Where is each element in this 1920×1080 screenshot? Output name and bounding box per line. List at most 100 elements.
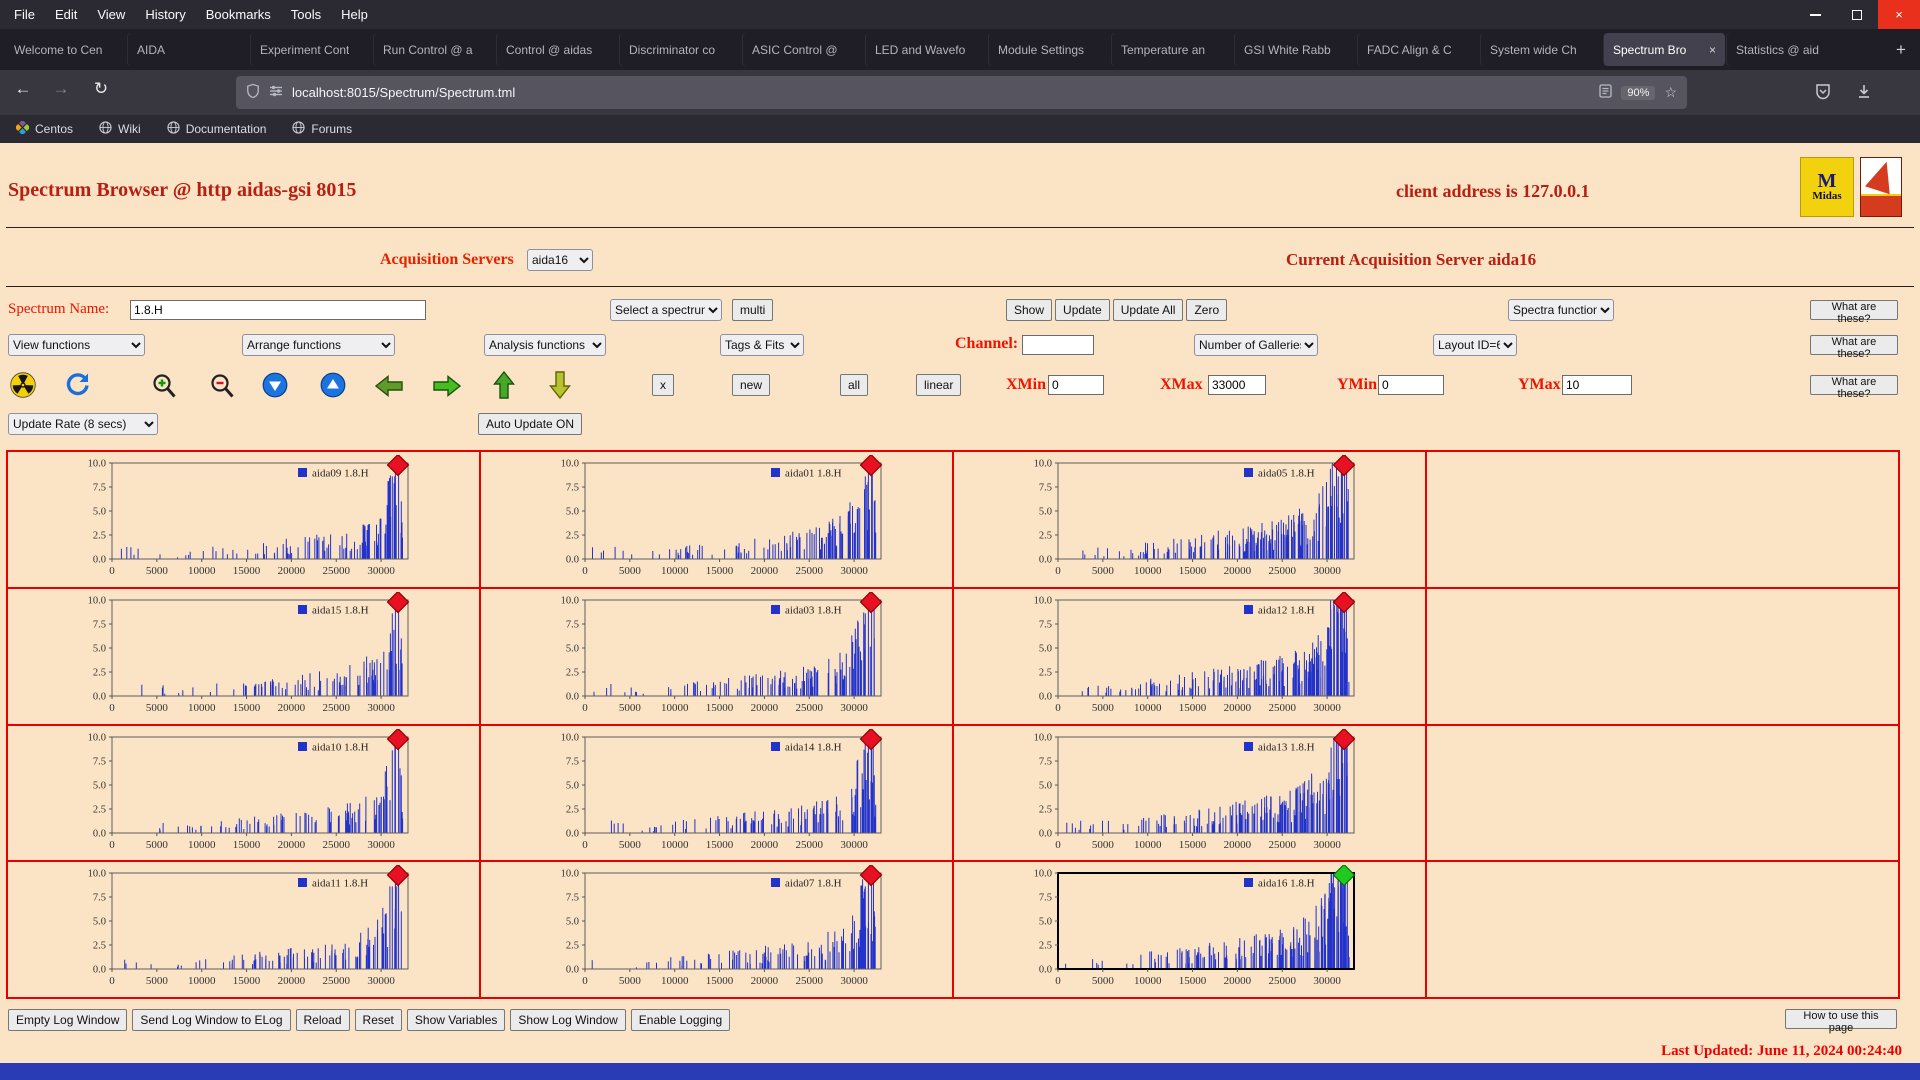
auto-update-button[interactable]: Auto Update ON [478,413,583,435]
pan-down-icon[interactable] [548,370,572,405]
scale-down-icon[interactable] [262,372,288,403]
spectrum-name-input[interactable] [130,300,426,320]
how-to-use-button[interactable]: How to use this page [1785,1009,1897,1034]
browser-tab[interactable]: Temperature an [1112,33,1233,66]
spectrum-chart-aida10[interactable]: 0.0 2.5 5.0 7.5 10.0 0 5000 10000 15000 20000 2500… [12,728,454,857]
analysis-functions-select[interactable]: Analysis functions [484,334,606,356]
refresh-icon[interactable] [64,372,91,403]
menu-help[interactable]: Help [331,0,378,29]
spectrum-chart-aida14[interactable]: 0.0 2.5 5.0 7.5 10.0 0 5000 10000 15000 20000 2500… [485,728,927,857]
acquisition-server-select[interactable]: aida16 [527,249,593,271]
menu-file[interactable]: File [4,0,45,29]
spectrum-chart-aida07[interactable]: 0.0 2.5 5.0 7.5 10.0 0 5000 10000 15000 20000 2500… [485,865,927,993]
spectrum-chart-aida13[interactable]: 0.0 2.5 5.0 7.5 10.0 0 5000 10000 15000 20000 2500… [958,728,1400,857]
save-to-pocket-icon[interactable] [1815,83,1831,105]
window-maximize-button[interactable] [1836,0,1878,29]
layout-id-select[interactable]: Layout ID=6 [1433,334,1517,356]
menu-view[interactable]: View [87,0,135,29]
spectra-functions-select[interactable]: Spectra functions [1508,299,1614,321]
site-permissions-icon[interactable] [269,84,283,101]
all-button[interactable]: all [840,374,869,396]
pan-left-icon[interactable] [374,374,404,403]
window-close-button[interactable]: × [1878,0,1920,29]
browser-tab[interactable]: AIDA [128,33,249,66]
footer-send-log-window-to-elog[interactable]: Send Log Window to ELog [132,1009,291,1031]
bookmark-centos[interactable]: Centos [14,119,73,137]
menu-edit[interactable]: Edit [45,0,87,29]
spectrum-chart-aida16[interactable]: 0.0 2.5 5.0 7.5 10.0 0 5000 10000 15000 20000 2500… [958,865,1400,993]
reload-button[interactable]: ↻ [86,79,116,99]
browser-tab[interactable]: System wide Ch [1481,33,1602,66]
browser-tab[interactable]: Experiment Cont [251,33,372,66]
browser-tab[interactable]: Welcome to Cen [5,33,126,66]
show-button[interactable]: Show [1006,299,1053,321]
browser-tab[interactable]: ASIC Control @ [743,33,864,66]
forward-button[interactable]: → [46,79,76,99]
browser-tab[interactable]: Statistics @ aid [1727,33,1848,66]
scale-up-icon[interactable] [320,372,346,403]
browser-tab[interactable]: Run Control @ a [374,33,495,66]
new-tab-button[interactable]: + [1886,40,1916,60]
footer-reload[interactable]: Reload [295,1009,350,1031]
zoom-level-badge[interactable]: 90% [1621,85,1656,100]
footer-show-variables[interactable]: Show Variables [406,1009,506,1031]
what-are-these-button-2[interactable]: What are these? [1810,335,1898,360]
spectrum-chart-aida09[interactable]: 0.0 2.5 5.0 7.5 10.0 0 5000 10000 15000 20000 2500… [12,455,454,583]
spectrum-chart-aida03[interactable]: 0.0 2.5 5.0 7.5 10.0 0 5000 10000 15000 20000 2500… [485,591,927,720]
xmax-input[interactable] [1208,375,1266,395]
browser-tab[interactable]: Discriminator co [620,33,741,66]
footer-enable-logging[interactable]: Enable Logging [630,1009,731,1031]
window-minimize-button[interactable] [1794,0,1836,29]
xmin-input[interactable] [1048,375,1104,395]
spectrum-chart-aida15[interactable]: 0.0 2.5 5.0 7.5 10.0 0 5000 10000 15000 20000 2500… [12,591,454,720]
update-rate-select[interactable]: Update Rate (8 secs) [8,413,158,435]
arrange-functions-select[interactable]: Arrange functions [242,334,395,356]
browser-tab[interactable]: FADC Align & C [1358,33,1479,66]
browser-tab[interactable]: Spectrum Bro × [1604,33,1725,66]
spectrum-chart-aida11[interactable]: 0.0 2.5 5.0 7.5 10.0 0 5000 10000 15000 20000 2500… [12,865,454,993]
url-text[interactable]: localhost:8015/Spectrum/Spectrum.tml [292,85,1590,100]
what-are-these-button-3[interactable]: What are these? [1810,375,1898,400]
update-button[interactable]: Update [1055,299,1110,321]
ymax-input[interactable] [1562,375,1632,395]
tags-fits-select[interactable]: Tags & Fits [720,334,804,356]
browser-tab[interactable]: GSI White Rabb [1235,33,1356,66]
browser-tab[interactable]: Module Settings [989,33,1110,66]
bookmark-forums[interactable]: Forums [292,121,352,137]
menu-tools[interactable]: Tools [281,0,331,29]
browser-tab[interactable]: LED and Wavefo [866,33,987,66]
view-functions-select[interactable]: View functions [8,334,145,356]
menu-history[interactable]: History [135,0,195,29]
radiation-icon[interactable] [10,372,36,403]
pan-up-icon[interactable] [492,370,516,405]
download-icon[interactable] [1856,83,1872,105]
what-are-these-button-1[interactable]: What are these? [1810,300,1898,325]
new-button[interactable]: new [732,374,771,396]
spectrum-chart-aida01[interactable]: 0.0 2.5 5.0 7.5 10.0 0 5000 10000 15000 20000 2500… [485,455,927,583]
footer-reset[interactable]: Reset [354,1009,402,1031]
multi-button[interactable]: multi [732,299,774,321]
ymin-input[interactable] [1378,375,1444,395]
url-bar[interactable]: localhost:8015/Spectrum/Spectrum.tml 90%… [236,76,1687,109]
shield-icon[interactable] [246,83,260,102]
pan-right-icon[interactable] [432,374,462,403]
back-button[interactable]: ← [8,79,38,99]
browser-tab[interactable]: Control @ aidas [497,33,618,66]
zoom-in-icon[interactable] [150,372,180,405]
spectrum-chart-aida05[interactable]: 0.0 2.5 5.0 7.5 10.0 0 5000 10000 15000 20000 2500… [958,455,1400,583]
zero-button[interactable]: Zero [1186,299,1228,321]
footer-empty-log-window[interactable]: Empty Log Window [8,1009,128,1031]
spectrum-chart-aida12[interactable]: 0.0 2.5 5.0 7.5 10.0 0 5000 10000 15000 20000 2500… [958,591,1400,720]
select-a-spectrum[interactable]: Select a spectrum [610,299,722,321]
bookmark-wiki[interactable]: Wiki [99,121,141,137]
x-projection-button[interactable]: x [652,374,674,396]
menu-bookmarks[interactable]: Bookmarks [196,0,281,29]
channel-input[interactable] [1022,335,1094,355]
update-all-button[interactable]: Update All [1112,299,1184,321]
zoom-out-icon[interactable] [208,372,238,405]
linear-button[interactable]: linear [916,374,962,396]
number-of-galleries-select[interactable]: Number of Galleries [1194,334,1318,356]
bookmark-documentation[interactable]: Documentation [167,121,266,137]
footer-show-log-window[interactable]: Show Log Window [510,1009,626,1031]
bookmark-star-icon[interactable]: ☆ [1664,84,1677,101]
